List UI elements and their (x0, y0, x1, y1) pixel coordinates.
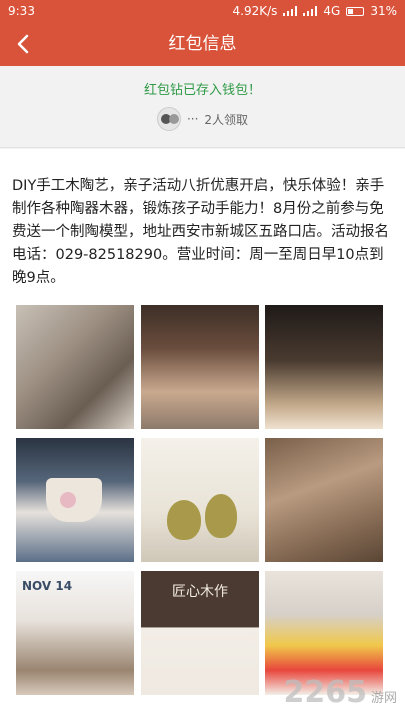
redpacket-notice: 红包钻已存入钱包！ ··· 2人领取 (0, 66, 405, 148)
network-speed: 4.92K/s (232, 4, 278, 18)
card-title: 匠心木作 (172, 584, 228, 600)
claim-info[interactable]: ··· 2人领取 (0, 107, 405, 131)
network-type: 4G (323, 4, 341, 18)
watermark-brand: 2265 (283, 675, 367, 710)
status-time: 9:33 (8, 4, 35, 18)
photo-pottery-wheel[interactable] (16, 305, 134, 429)
photo-date-label: NOV 14 (22, 579, 73, 593)
photo-collage[interactable]: NOV 14 (16, 571, 134, 695)
status-right: 4.92K/s 4G 31% (233, 4, 398, 18)
photo-group-party[interactable] (265, 305, 383, 429)
post-content: DIY手工木陶艺，亲子活动八折优惠开启，快乐体验！亲手制作各种陶器木器，锻炼孩子… (0, 149, 405, 720)
photo-vases[interactable] (141, 438, 259, 562)
signal-icon-2 (303, 6, 318, 16)
notice-message: 红包钻已存入钱包！ (143, 83, 261, 98)
claim-count: 2人领取 (204, 112, 249, 127)
vase-right (205, 494, 237, 538)
post-text: DIY手工木陶艺，亲子活动八折优惠开启，快乐体验！亲手制作各种陶器木器，锻炼孩子… (12, 178, 389, 286)
watermark: 2265 游网 (283, 675, 397, 710)
nav-bar: 红包信息 (0, 22, 405, 66)
claim-dots: ··· (186, 112, 199, 126)
avatar (156, 107, 181, 131)
watermark-suffix: 游网 (370, 691, 397, 706)
battery-level: 31% (370, 4, 397, 18)
status-bar: 9:33 4.92K/s 4G 31% (0, 0, 405, 22)
photo-two-girls[interactable] (141, 305, 259, 429)
signal-icon (283, 6, 298, 16)
photo-clay-pots[interactable] (265, 438, 383, 562)
battery-icon (346, 6, 365, 16)
vase-left (167, 500, 201, 540)
page-title: 红包信息 (168, 34, 237, 54)
cup-shape (46, 478, 102, 522)
photo-painted-cup[interactable] (16, 438, 134, 562)
photo-woodwork-card[interactable]: 匠心木作 (141, 571, 259, 695)
